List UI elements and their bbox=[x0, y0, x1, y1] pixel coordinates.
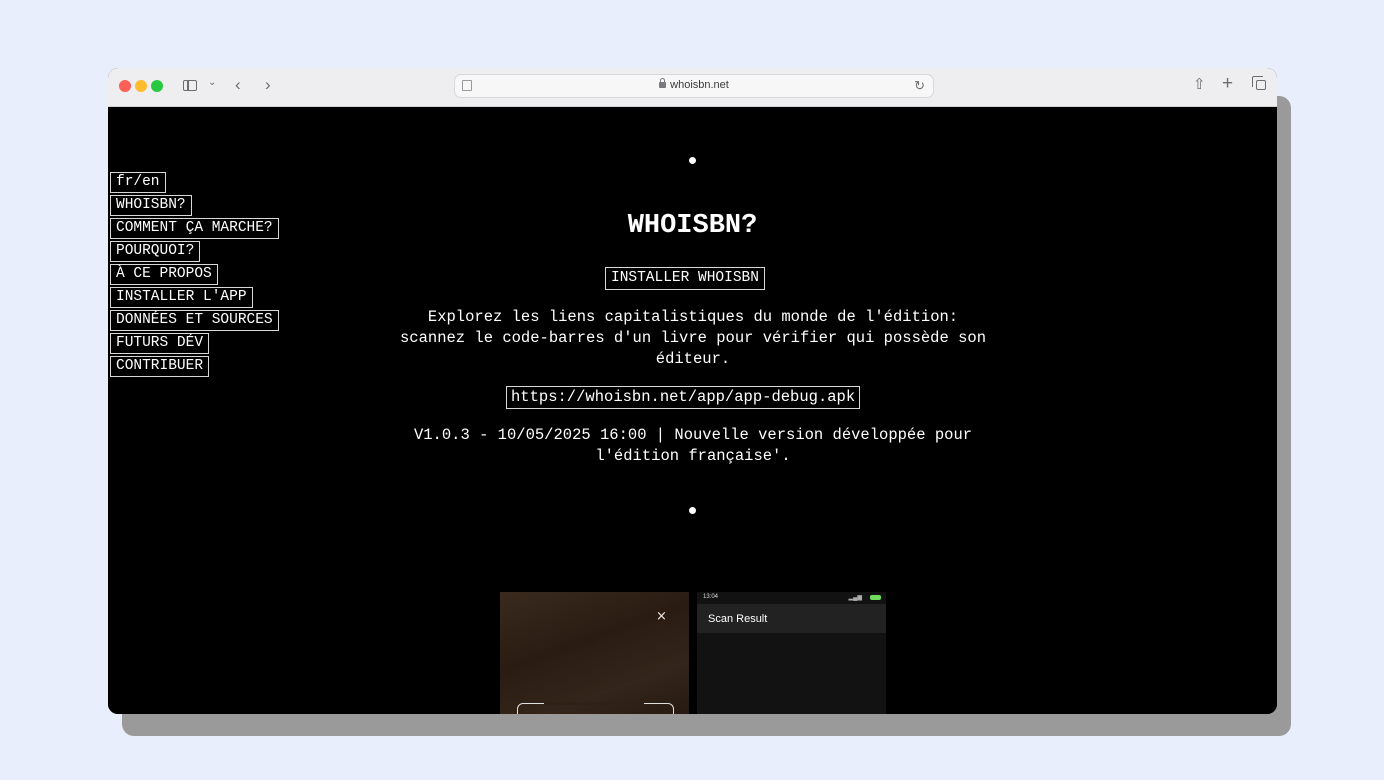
app-screenshot-result: 13:04 ▂▄▆ Scan Result bbox=[697, 592, 886, 714]
share-icon[interactable]: ⇧ bbox=[1193, 77, 1206, 92]
nav-item-data-sources[interactable]: DONNÉES ET SOURCES bbox=[110, 310, 279, 331]
new-tab-icon[interactable]: + bbox=[1222, 74, 1233, 93]
close-icon: × bbox=[656, 609, 667, 624]
phone-screen-title: Scan Result bbox=[708, 613, 768, 625]
phone-status-bar: 13:04 ▂▄▆ bbox=[697, 592, 886, 604]
tab-overview-icon[interactable] bbox=[1252, 76, 1266, 90]
intro-description: Explorez les liens capitalistiques du mo… bbox=[400, 308, 986, 368]
signal-icon: ▂▄▆ bbox=[848, 595, 862, 601]
version-note: V1.0.3 - 10/05/2025 16:00 | Nouvelle ver… bbox=[413, 426, 973, 465]
browser-toolbar: ⌄ ‹ › whoisbn.net ↻ ⇧ + bbox=[108, 68, 1277, 107]
nav-item-language[interactable]: fr/en bbox=[110, 172, 166, 193]
phone-app-bar: Scan Result bbox=[697, 604, 886, 633]
nav-item-why[interactable]: POURQUOI? bbox=[110, 241, 201, 262]
app-screenshot-scanner: × bbox=[500, 592, 689, 714]
install-whoisbn-button[interactable]: INSTALLER WHOISBN bbox=[605, 267, 765, 290]
divider-dot bbox=[689, 507, 696, 514]
reload-icon[interactable]: ↻ bbox=[914, 78, 925, 94]
nav-item-contribute[interactable]: CONTRIBUER bbox=[110, 356, 210, 377]
chevron-down-icon[interactable]: ⌄ bbox=[208, 78, 216, 88]
lock-icon bbox=[659, 78, 667, 88]
minimize-window-button[interactable] bbox=[135, 80, 147, 92]
apk-download-link[interactable]: https://whoisbn.net/app/app-debug.apk bbox=[506, 386, 861, 409]
forward-icon[interactable]: › bbox=[265, 76, 271, 93]
sidebar-toggle-icon[interactable] bbox=[183, 80, 197, 91]
back-icon[interactable]: ‹ bbox=[235, 76, 241, 93]
site-nav: fr/en WHOISBN? COMMENT ÇA MARCHE? POURQU… bbox=[110, 172, 279, 379]
page-content: fr/en WHOISBN? COMMENT ÇA MARCHE? POURQU… bbox=[108, 107, 1277, 714]
divider-dot bbox=[689, 157, 696, 164]
nav-item-install-app[interactable]: INSTALLER L'APP bbox=[110, 287, 253, 308]
zoom-window-button[interactable] bbox=[151, 80, 163, 92]
nav-item-about[interactable]: À CE PROPOS bbox=[110, 264, 218, 285]
nav-item-future-dev[interactable]: FUTURS DÉV bbox=[110, 333, 210, 354]
close-window-button[interactable] bbox=[119, 80, 131, 92]
battery-icon bbox=[870, 595, 881, 600]
url-text: whoisbn.net bbox=[670, 79, 729, 91]
browser-window: ⌄ ‹ › whoisbn.net ↻ ⇧ + fr/en WHOISBN? C… bbox=[108, 68, 1277, 714]
address-bar[interactable]: whoisbn.net ↻ bbox=[454, 74, 934, 98]
page-title: WHOISBN? bbox=[627, 211, 758, 241]
phone-time: 13:04 bbox=[703, 594, 719, 600]
